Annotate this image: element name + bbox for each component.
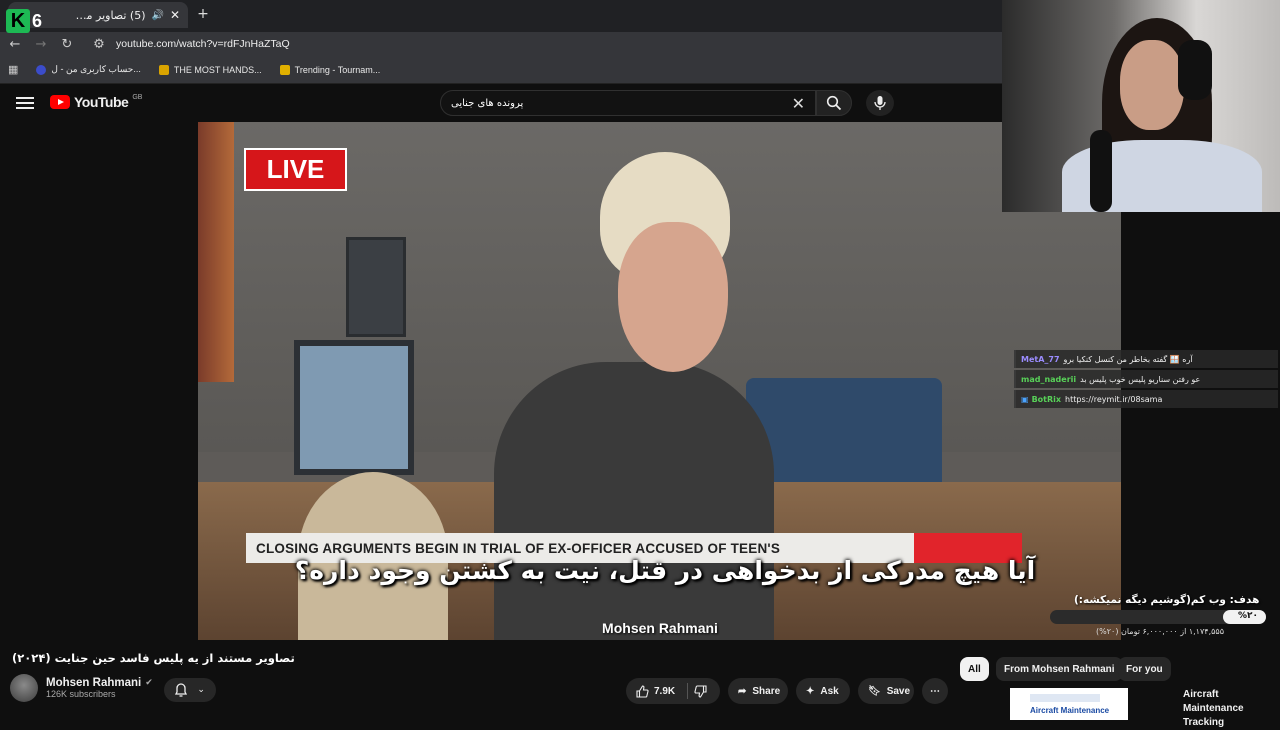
bookmark-favicon-icon	[279, 64, 290, 75]
chat-username: BotRix	[1031, 394, 1062, 404]
verified-icon: ✔	[145, 678, 153, 688]
ask-button[interactable]: ✦ Ask	[796, 678, 850, 704]
bookmark-favicon-icon	[36, 64, 47, 75]
avatar[interactable]	[10, 674, 38, 702]
apps-grid-icon[interactable]: ▦	[8, 63, 18, 76]
recommended-thumbnail[interactable]: Aircraft Maintenance	[1010, 688, 1128, 720]
youtube-play-icon	[50, 95, 70, 109]
chat-text: عو رفتن سناریو پلیس خوب پلیس بد	[1080, 374, 1201, 384]
address-bar: ← → ↻ ⚙ youtube.com/watch?v=rdFJnHaZTaQ	[0, 32, 1002, 56]
donation-goal: هدف: وب کم(گوشیم دیگه نمیکشه:) %۲۰ ۱,۱۷۴…	[1050, 594, 1270, 636]
more-icon: ⋯	[930, 685, 940, 697]
chat-username: MetA_77	[1021, 354, 1060, 364]
reload-icon[interactable]: ↻	[60, 37, 74, 52]
channel-name[interactable]: Mohsen Rahmani	[46, 677, 141, 689]
chat-message: MetA_77 آره 🪟 گفته بخاطر من کنسل کنکیا ب…	[1014, 350, 1278, 368]
speaker-figure	[494, 362, 774, 640]
like-dislike-group: 7.9K	[626, 678, 720, 704]
save-button[interactable]: 🔖︎ Save	[858, 678, 914, 704]
goal-percent: %۲۰	[1237, 611, 1258, 621]
chip-for-you[interactable]: For you	[1118, 657, 1171, 681]
microphone-icon	[874, 96, 886, 110]
video-title: تصاویر مستند از یه پلیس فاسد حین جنایت (…	[12, 651, 295, 665]
chevron-down-icon: ⌄	[197, 685, 205, 695]
live-badge: LIVE	[244, 148, 347, 191]
stream-logo: K 6	[6, 8, 54, 34]
chat-text: آره 🪟 گفته بخاطر من کنسل کنکیا برو	[1063, 354, 1193, 364]
site-settings-icon[interactable]: ⚙	[92, 37, 106, 52]
chip-from-channel[interactable]: From Mohsen Rahmani	[996, 657, 1123, 681]
back-icon[interactable]: ←	[8, 37, 22, 52]
youtube-logo[interactable]: YouTube GB	[50, 94, 142, 110]
bell-icon	[175, 683, 188, 697]
url-field[interactable]: youtube.com/watch?v=rdFJnHaZTaQ	[116, 38, 290, 50]
like-count: 7.9K	[654, 685, 676, 697]
monitor-image	[294, 340, 414, 475]
chat-message: mad_naderii عو رفتن سناریو پلیس خوب پلیس…	[1014, 370, 1278, 388]
tab-title: (5) تصاویر مستند از یه پلیس	[66, 8, 146, 22]
video-subtitle: آیا هیچ مدرکی از بدخواهی در قتل، نیت به …	[294, 556, 1036, 585]
thumbs-up-icon	[636, 684, 649, 698]
flag-image	[198, 122, 234, 382]
subscriber-count: 126K subscribers	[46, 689, 116, 699]
stream-chat: MetA_77 آره 🪟 گفته بخاطر من کنسل کنکیا ب…	[1014, 350, 1278, 410]
goal-amount: ۱,۱۷۴,۵۵۵ از ۶,۰۰۰,۰۰۰ تومان (۲۰%)	[1096, 627, 1225, 636]
search-input[interactable]: پرونده های جنایی ✕	[440, 90, 816, 116]
goal-progress-bar: %۲۰	[1050, 610, 1266, 624]
new-tab-button[interactable]: +	[196, 6, 210, 22]
chat-text: https://reymit.ir/08sama	[1065, 394, 1163, 404]
country-code: GB	[132, 93, 143, 101]
bookmarks-bar: ▦ حساب کاربری من - ل... THE MOST HANDS..…	[0, 56, 1002, 84]
bookmark-item[interactable]: THE MOST HANDS...	[158, 64, 262, 75]
more-actions-button[interactable]: ⋯	[922, 678, 948, 704]
thumbs-down-icon[interactable]	[694, 684, 707, 698]
search-query: پرونده های جنایی	[451, 97, 524, 109]
chip-all[interactable]: All	[960, 657, 989, 681]
recommended-title[interactable]: Aircraft Maintenance Tracking	[1183, 688, 1279, 730]
video-watermark: Mohsen Rahmani	[602, 620, 718, 636]
like-button[interactable]: 7.9K	[636, 684, 676, 698]
search-button[interactable]	[816, 90, 852, 116]
bot-badge-icon: ▣	[1021, 394, 1029, 404]
tab-close-icon[interactable]: ✕	[170, 8, 180, 22]
chat-message: ▣ BotRix https://reymit.ir/08sama	[1014, 390, 1278, 408]
hamburger-menu-icon[interactable]	[16, 94, 34, 109]
thumbnail-text: Aircraft Maintenance	[1030, 706, 1110, 715]
microphone-image	[1090, 130, 1112, 212]
clear-search-icon[interactable]: ✕	[792, 94, 805, 113]
subscribed-button[interactable]: ⌄	[164, 678, 216, 702]
chat-username: mad_naderii	[1021, 374, 1077, 384]
bookmark-favicon-icon	[158, 64, 169, 75]
streamer-webcam	[1002, 0, 1280, 212]
sparkle-icon: ✦	[806, 685, 815, 697]
search-icon	[826, 95, 842, 111]
monitor-image	[346, 237, 406, 337]
channel-info: Mohsen Rahmani ✔ 126K subscribers	[10, 674, 153, 702]
voice-search-button[interactable]	[866, 90, 894, 116]
share-icon: ➦	[738, 685, 747, 697]
goal-title: هدف: وب کم(گوشیم دیگه نمیکشه:)	[1074, 594, 1260, 606]
bookmark-item[interactable]: Trending - Tournam...	[279, 64, 380, 75]
share-button[interactable]: ➦ Share	[728, 678, 788, 704]
bookmark-item[interactable]: حساب کاربری من - ل...	[36, 64, 141, 75]
forward-icon[interactable]: →	[34, 37, 48, 52]
speaker-icon[interactable]: 🔊	[151, 10, 163, 21]
headset-image	[1178, 40, 1212, 100]
bookmark-icon: 🔖︎	[868, 685, 881, 697]
